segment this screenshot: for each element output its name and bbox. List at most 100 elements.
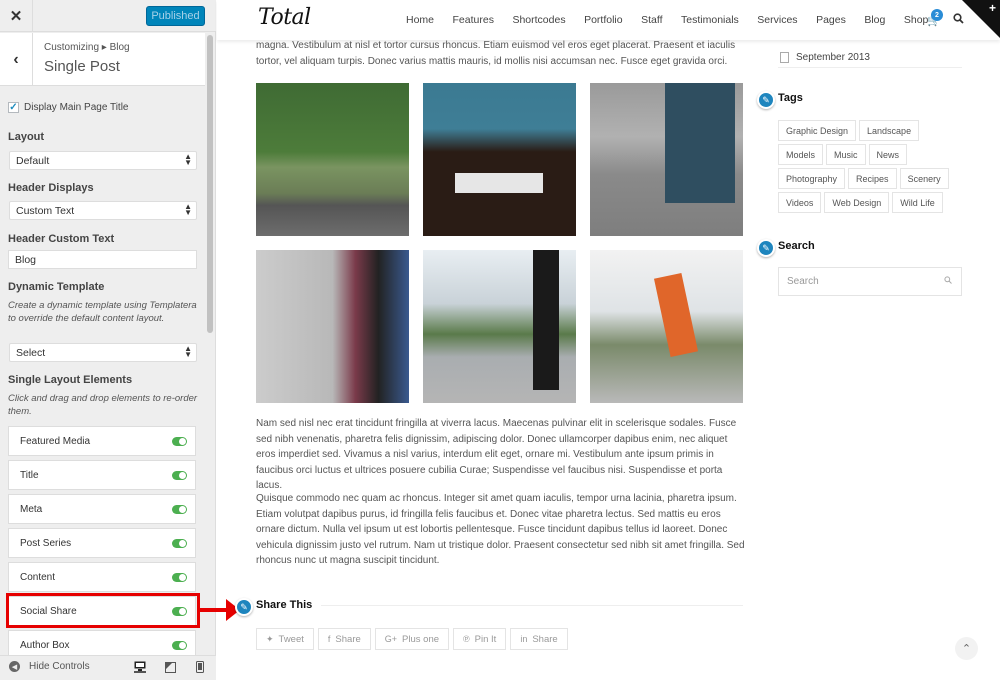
header-displays-label: Header Displays: [8, 182, 94, 194]
edit-shortcut-icon[interactable]: ✎: [757, 239, 775, 257]
layout-element-meta[interactable]: Meta: [8, 494, 196, 524]
post-paragraph-1: Nam sed nisl nec erat tincidunt fringill…: [256, 418, 737, 491]
tag-link[interactable]: News: [868, 144, 908, 165]
dynamic-template-value: Select: [16, 347, 46, 359]
keyboard-shape: [455, 173, 543, 193]
desktop-preview-button[interactable]: [134, 661, 146, 673]
share-label: Plus one: [402, 633, 440, 645]
back-button[interactable]: ‹: [0, 33, 33, 86]
shoe-shape: [653, 272, 699, 358]
plus-icon[interactable]: +: [989, 1, 996, 15]
tag-link[interactable]: Recipes: [848, 168, 897, 189]
share-twitter-button[interactable]: ✦ Tweet: [256, 628, 314, 650]
search-widget-title: Search: [778, 240, 815, 252]
share-pinterest-button[interactable]: ℗ Pin It: [453, 628, 507, 650]
tag-cloud: Graphic Design Landscape Models Music Ne…: [778, 120, 968, 216]
chevron-up-icon: ⌃: [961, 643, 972, 655]
meta-toggle[interactable]: [172, 505, 187, 514]
post-paragraph-2: Quisque commodo nec quam ac rhoncus. Int…: [256, 493, 745, 566]
pinterest-icon: ℗: [463, 634, 470, 644]
gallery-image-stretch[interactable]: [590, 250, 743, 403]
archive-label: September 2013: [796, 52, 870, 63]
layout-element-post-series[interactable]: Post Series: [8, 528, 196, 558]
select-arrows-icon: ▲ ▼: [184, 202, 192, 217]
share-google-plus-button[interactable]: G+ Plus one: [374, 628, 450, 650]
tag-link[interactable]: Web Design: [824, 192, 890, 213]
tag-link[interactable]: Scenery: [899, 168, 949, 189]
search-placeholder: Search: [787, 276, 819, 287]
dynamic-template-select[interactable]: Select ▲ ▼: [9, 343, 197, 362]
author-box-toggle[interactable]: [172, 641, 187, 650]
site-logo[interactable]: Total: [258, 5, 311, 30]
search-icon[interactable]: [944, 276, 952, 286]
hide-controls-button[interactable]: ◀ Hide Controls: [9, 661, 90, 672]
google-plus-icon: G+: [384, 634, 398, 644]
tag-link[interactable]: Videos: [778, 192, 822, 213]
share-label: Share: [532, 633, 558, 645]
content-toggle[interactable]: [172, 573, 187, 582]
post-intro-text: magna. Vestibulum at nisl et tortor curs…: [256, 40, 736, 67]
nav-testimonials[interactable]: Testimonials: [681, 14, 739, 26]
edit-shortcut-icon[interactable]: ✎: [757, 91, 775, 109]
gallery-image-desk[interactable]: [423, 83, 576, 236]
published-button[interactable]: Published: [146, 6, 205, 26]
edit-shortcut-icon[interactable]: ✎: [235, 598, 253, 616]
share-buttons: ✦ Tweet f Share G+ Plus one ℗ Pin It in Share: [256, 628, 572, 650]
collapse-icon: ◀: [9, 661, 20, 672]
nav-features[interactable]: Features: [453, 14, 494, 26]
featured-media-toggle[interactable]: [172, 437, 187, 446]
layout-element-content[interactable]: Content: [8, 562, 196, 592]
display-main-title-option[interactable]: ✓ Display Main Page Title: [8, 102, 129, 113]
sidebar-scrollbar[interactable]: [207, 35, 213, 333]
cart-count-badge: 2: [931, 9, 943, 21]
mobile-icon: [196, 661, 204, 673]
layout-element-featured-media[interactable]: Featured Media: [8, 426, 196, 456]
share-label: Share: [335, 633, 361, 645]
layout-element-label: Title: [20, 469, 39, 481]
close-icon: ✕: [9, 8, 23, 25]
nav-pages[interactable]: Pages: [816, 14, 846, 26]
header-custom-text-input[interactable]: Blog: [8, 250, 197, 269]
share-label: Pin It: [474, 633, 497, 645]
tag-link[interactable]: Music: [826, 144, 866, 165]
display-main-title-checkbox[interactable]: ✓: [8, 102, 19, 113]
nav-blog[interactable]: Blog: [864, 14, 885, 26]
mobile-preview-button[interactable]: [194, 661, 206, 673]
post-series-toggle[interactable]: [172, 539, 187, 548]
archive-item[interactable]: September 2013: [778, 48, 962, 68]
nav-services[interactable]: Services: [757, 14, 797, 26]
nav-portfolio[interactable]: Portfolio: [584, 14, 623, 26]
tag-link[interactable]: Photography: [778, 168, 846, 189]
gallery-image-jeans[interactable]: [590, 83, 743, 236]
sidebar-search-input[interactable]: Search: [778, 267, 962, 296]
gallery-image-camera[interactable]: [256, 250, 409, 403]
single-layout-description: Click and drag and drop elements to re-o…: [8, 393, 198, 417]
nav-home[interactable]: Home: [406, 14, 434, 26]
customizer-sidebar: ✕ Published ‹ Customizing ▸ Blog Single …: [0, 0, 216, 680]
scroll-to-top-button[interactable]: ⌃: [955, 637, 978, 660]
chevron-left-icon: ‹: [13, 50, 19, 68]
tag-link[interactable]: Graphic Design: [778, 120, 857, 141]
nav-shop[interactable]: Shop: [904, 14, 929, 26]
nav-shortcodes[interactable]: Shortcodes: [512, 14, 565, 26]
tag-link[interactable]: Landscape: [859, 120, 920, 141]
title-toggle[interactable]: [172, 471, 187, 480]
tablet-icon: [164, 661, 176, 673]
jeans-shape: [665, 83, 735, 203]
tablet-preview-button[interactable]: [164, 661, 176, 673]
tag-link[interactable]: Models: [778, 144, 824, 165]
share-label: Tweet: [278, 633, 304, 645]
share-linkedin-button[interactable]: in Share: [510, 628, 568, 650]
runner-shape: [533, 250, 559, 390]
close-customizer-button[interactable]: ✕: [0, 0, 33, 32]
nav-staff[interactable]: Staff: [641, 14, 662, 26]
gallery-image-runner[interactable]: [423, 250, 576, 403]
header-displays-select[interactable]: Custom Text ▲ ▼: [9, 201, 197, 220]
gallery-image-truck[interactable]: [256, 83, 409, 236]
layout-select[interactable]: Default ▲ ▼: [9, 151, 197, 170]
layout-element-title[interactable]: Title: [8, 460, 196, 490]
customizer-topbar: ✕ Published: [0, 0, 216, 32]
layout-element-label: Meta: [20, 503, 43, 515]
share-facebook-button[interactable]: f Share: [317, 628, 371, 650]
tag-link[interactable]: Wild Life: [892, 192, 943, 213]
